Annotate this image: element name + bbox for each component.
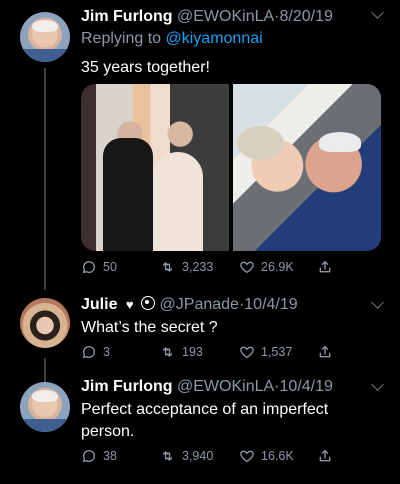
share-button[interactable]	[317, 259, 333, 275]
display-name[interactable]: Julie	[81, 296, 117, 313]
tweet-text: 35 years together!	[81, 59, 210, 76]
tweet-actions: 50 3,233 26.9K	[81, 259, 371, 279]
reply-count: 38	[103, 449, 117, 463]
display-name[interactable]: Jim Furlong	[81, 8, 173, 25]
retweet-button[interactable]: 3,940	[159, 448, 213, 464]
reply-icon	[81, 448, 97, 464]
tweet-actions: 3 193 1,537	[81, 344, 371, 364]
verified-style-badge-icon	[141, 296, 156, 310]
retweet-icon	[159, 448, 176, 464]
reply-icon	[81, 259, 97, 275]
reply-prefix: Replying to	[81, 30, 166, 47]
like-count: 1,537	[261, 345, 293, 359]
share-button[interactable]	[317, 344, 333, 360]
retweet-icon	[159, 344, 176, 360]
share-button[interactable]	[317, 448, 333, 464]
tweet[interactable]: Jim Furlong @EWOKinLA·8/20/19 Replying t…	[0, 0, 400, 282]
like-icon	[239, 448, 255, 464]
tweet-header: Jim Furlong @EWOKinLA·8/20/19	[81, 8, 333, 26]
like-button[interactable]: 16.6K	[239, 448, 294, 464]
retweet-count: 3,940	[182, 449, 214, 463]
retweet-button[interactable]: 3,233	[159, 259, 213, 275]
chevron-down-icon[interactable]	[371, 296, 384, 309]
reply-count: 50	[103, 260, 117, 274]
tweet-text: Perfect acceptance of an imperfect perso…	[81, 399, 328, 443]
user-handle[interactable]: @EWOKinLA	[177, 378, 274, 395]
user-handle[interactable]: @EWOKinLA	[177, 8, 274, 25]
tweet[interactable]: Jim Furlong @EWOKinLA·10/4/19 Perfect ac…	[0, 372, 400, 484]
tweet-actions: 38 3,940 16.6K	[81, 448, 371, 468]
like-icon	[239, 344, 255, 360]
wedding-photo[interactable]	[81, 84, 229, 251]
timestamp[interactable]: 10/4/19	[280, 378, 333, 395]
timestamp[interactable]: 8/20/19	[280, 8, 333, 25]
couple-selfie[interactable]	[233, 84, 381, 251]
reply-icon	[81, 344, 97, 360]
reply-context: Replying to @kiyamonnai	[81, 30, 263, 48]
like-count: 16.6K	[261, 449, 294, 463]
timestamp[interactable]: 10/4/19	[244, 296, 297, 313]
chevron-down-icon[interactable]	[371, 6, 384, 19]
like-button[interactable]: 26.9K	[239, 259, 294, 275]
tweet-header: Julie ♥ @JPanade·10/4/19	[81, 295, 298, 314]
tweet-text: What’s the secret ?	[81, 319, 218, 336]
tweet[interactable]: Julie ♥ @JPanade·10/4/19 What’s the secr…	[0, 290, 400, 368]
retweet-count: 193	[182, 345, 203, 359]
tweet-text-line: person.	[81, 423, 135, 440]
tweet-header: Jim Furlong @EWOKinLA·10/4/19	[81, 378, 333, 396]
avatar[interactable]	[20, 298, 70, 348]
reply-count: 3	[103, 345, 110, 359]
display-name[interactable]: Jim Furlong	[81, 378, 173, 395]
avatar[interactable]	[20, 12, 70, 62]
like-count: 26.9K	[261, 260, 294, 274]
mention-link[interactable]: @kiyamonnai	[166, 30, 263, 47]
reply-button[interactable]: 3	[81, 344, 110, 360]
user-handle[interactable]: @JPanade	[160, 296, 239, 313]
heart-emoji-icon: ♥	[125, 297, 134, 312]
share-icon	[317, 344, 333, 360]
retweet-icon	[159, 259, 176, 275]
like-icon	[239, 259, 255, 275]
reply-button[interactable]: 50	[81, 259, 117, 275]
retweet-button[interactable]: 193	[159, 344, 203, 360]
share-icon	[317, 448, 333, 464]
reply-button[interactable]: 38	[81, 448, 117, 464]
like-button[interactable]: 1,537	[239, 344, 292, 360]
tweet-text-line: Perfect acceptance of an imperfect	[81, 401, 329, 418]
chevron-down-icon[interactable]	[371, 378, 384, 391]
retweet-count: 3,233	[182, 260, 214, 274]
tweet-media[interactable]	[81, 84, 381, 251]
share-icon	[317, 259, 333, 275]
avatar[interactable]	[20, 382, 70, 432]
